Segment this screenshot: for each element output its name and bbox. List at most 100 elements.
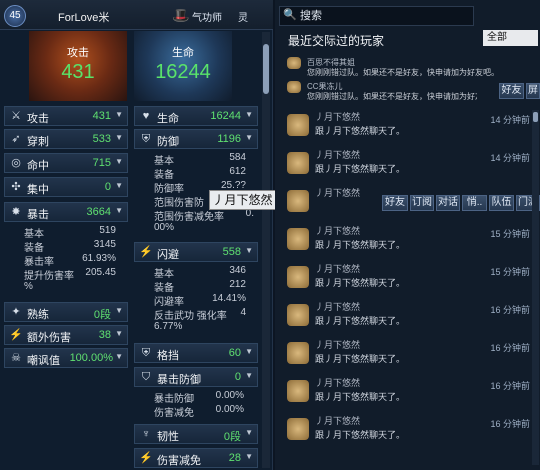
list-scroll-thumb[interactable]: [533, 112, 538, 122]
notice-text: 您刚刚错过队。如果还不是好友，快申请加为好友吧。: [307, 92, 477, 101]
stat-value: 0段: [93, 309, 111, 321]
stat-hit[interactable]: ◎ 命中 715 ▼: [4, 153, 128, 173]
crit-base-row: 基本 519: [24, 225, 116, 240]
list-item[interactable]: 丿月下悠然 跟丿月下悠然聊天了。 14 分钟前: [285, 148, 530, 184]
timestamp: 16 分钟前: [490, 305, 530, 315]
stat-label: 穿刺: [27, 136, 49, 148]
stat-crit[interactable]: ✸ 暴击 3664 ▼: [4, 202, 128, 222]
bolt-icon: ⚡: [9, 329, 23, 341]
list-item[interactable]: 丿月下悠然 跟丿月下悠然聊天了。 15 分钟前: [285, 262, 530, 298]
hp-summary-value: 16244: [155, 61, 211, 83]
stat-value: 0: [104, 181, 111, 193]
sub-label: 装备: [154, 283, 174, 294]
stats-scrollbar[interactable]: [262, 32, 270, 468]
sub-label: 反击武功 强化率: [154, 311, 227, 322]
chevron-down-icon: ▼: [245, 371, 253, 380]
timestamp: 15 分钟前: [490, 229, 530, 239]
chevron-down-icon: ▼: [245, 347, 253, 356]
action-chat-button[interactable]: 对话: [436, 195, 460, 211]
recent-player-list: 丿月下悠然 跟丿月下悠然聊天了。 14 分钟前 丿月下悠然 跟丿月下悠然聊天了。…: [285, 110, 530, 470]
ev-base-row: 基本 346: [154, 265, 246, 280]
list-item[interactable]: 丿月下悠然 跟丿月下悠然聊天了。 16 分钟前: [285, 338, 530, 374]
sub-label: 提升伤害率: [24, 271, 74, 282]
stat-value: 3664: [86, 206, 111, 218]
player-name: 丿月下悠然: [315, 188, 361, 198]
stat-value: 100.00%: [69, 352, 113, 364]
search-icon: 🔍: [283, 9, 297, 21]
mastery-icon: ✦: [11, 306, 21, 318]
crit-dmg-unit: %: [24, 281, 33, 292]
toughness-icon: ♆: [141, 428, 151, 440]
list-item[interactable]: 丿月下悠然 跟丿月下悠然聊天了。 16 分钟前: [285, 300, 530, 336]
list-item[interactable]: 丿月下悠然 跟丿月下悠然聊天了。 16 分钟前: [285, 376, 530, 412]
block-button[interactable]: 屏蔽: [526, 83, 540, 99]
attack-summary: 攻击 431: [29, 31, 127, 101]
player-name: 丿月下悠然: [315, 302, 361, 312]
chevron-down-icon: ▼: [115, 133, 123, 142]
stat-crit-defense[interactable]: ⛉ 暴击防御 0 ▼: [134, 367, 258, 387]
skull-icon: ☠: [11, 352, 21, 364]
range-reduce-row: 范围伤害减免率 0.: [154, 208, 254, 223]
avatar: [287, 418, 309, 440]
stat-value: 0: [234, 371, 241, 383]
player-name: 丿月下悠然: [315, 226, 361, 236]
list-scrollbar[interactable]: [532, 110, 539, 465]
hat-icon: 🎩: [172, 7, 190, 23]
chevron-down-icon: ▼: [115, 181, 123, 190]
sub-value: 61.93%: [82, 253, 116, 264]
chevron-down-icon: ▼: [115, 329, 123, 338]
stat-extra-damage[interactable]: ⚡ 额外伤害 38 ▼: [4, 325, 128, 345]
action-whisper-button[interactable]: 悄..: [462, 195, 487, 211]
stat-value: 0段: [223, 431, 241, 443]
chevron-down-icon: ▼: [245, 428, 253, 437]
avatar: [287, 152, 309, 174]
stat-value: 16244: [210, 110, 241, 122]
crit-equip-row: 装备 3145: [24, 239, 116, 254]
sub-label: 伤害减免: [154, 408, 194, 419]
stat-label: 集中: [27, 184, 49, 196]
list-item[interactable]: 丿月下悠然 跟丿月下悠然聊天了。 16 分钟前: [285, 414, 530, 450]
message-text: 跟丿月下悠然聊天了。: [315, 316, 406, 326]
stat-label: 防御: [157, 136, 179, 148]
chevron-down-icon: ▼: [115, 306, 123, 315]
notice-item[interactable]: CC果冻儿 您刚刚错过队。如果还不是好友，快申请加为好友吧。: [285, 80, 530, 102]
sub-value: 14.41%: [212, 293, 246, 304]
filter-select[interactable]: 全部: [483, 30, 538, 46]
stat-focus[interactable]: ✣ 集中 0 ▼: [4, 177, 128, 197]
add-friend-button[interactable]: 好友: [499, 83, 524, 99]
action-subscribe-button[interactable]: 订阅: [410, 195, 434, 211]
stats-scroll-thumb[interactable]: [263, 44, 269, 94]
class-name: 气功师: [192, 13, 222, 24]
ev-equip-row: 装备 212: [154, 279, 246, 294]
crit-dmg-row: 提升伤害率 205.45: [24, 267, 116, 282]
heart-icon: ♥: [142, 110, 150, 122]
stat-damage-reduce[interactable]: ⚡ 伤害减免 28 ▼: [134, 448, 258, 468]
search-input[interactable]: 搜索: [279, 6, 474, 26]
chevron-down-icon: ▼: [115, 352, 123, 361]
stat-label: 生命: [157, 113, 179, 125]
stat-block[interactable]: ⛨ 格挡 60 ▼: [134, 343, 258, 363]
sub-label: 暴击率: [24, 257, 54, 268]
list-item[interactable]: 丿月下悠然 跟丿月下悠然聊天了。 14 分钟前: [285, 110, 530, 146]
stat-value: 60: [228, 347, 241, 359]
notice-item[interactable]: 百思不得其姐 您刚刚错过队。如果还不是好友，快申请加为好友吧。: [285, 56, 530, 78]
stat-attack[interactable]: ⚔ 攻击 431 ▼: [4, 106, 128, 126]
character-header: [0, 0, 273, 30]
level-badge: 45: [4, 5, 26, 27]
stat-mastery[interactable]: ✦ 熟练 0段 ▼: [4, 302, 128, 322]
timestamp: 14 分钟前: [490, 153, 530, 163]
stat-mock[interactable]: ☠ 嘲讽值 100.00% ▼: [4, 348, 128, 368]
avatar: [287, 81, 301, 93]
list-item[interactable]: 丿月下悠然 跟丿月下悠然聊天了。 15 分钟前: [285, 224, 530, 260]
action-party-button[interactable]: 队伍: [489, 195, 514, 211]
stat-pierce[interactable]: ➶ 穿刺 533 ▼: [4, 129, 128, 149]
sub-label: 防御率: [154, 184, 184, 195]
action-friend-button[interactable]: 好友: [382, 195, 408, 211]
stat-defense[interactable]: ⛨ 防御 1196 ▼: [134, 129, 258, 149]
message-text: 跟丿月下悠然聊天了。: [315, 278, 406, 288]
stat-toughness[interactable]: ♆ 韧性 0段 ▼: [134, 424, 258, 444]
chevron-down-icon: ▼: [115, 110, 123, 119]
avatar: [287, 228, 309, 250]
stat-hp[interactable]: ♥ 生命 16244 ▼: [134, 106, 258, 126]
stat-evade[interactable]: ⚡ 闪避 558 ▼: [134, 242, 258, 262]
